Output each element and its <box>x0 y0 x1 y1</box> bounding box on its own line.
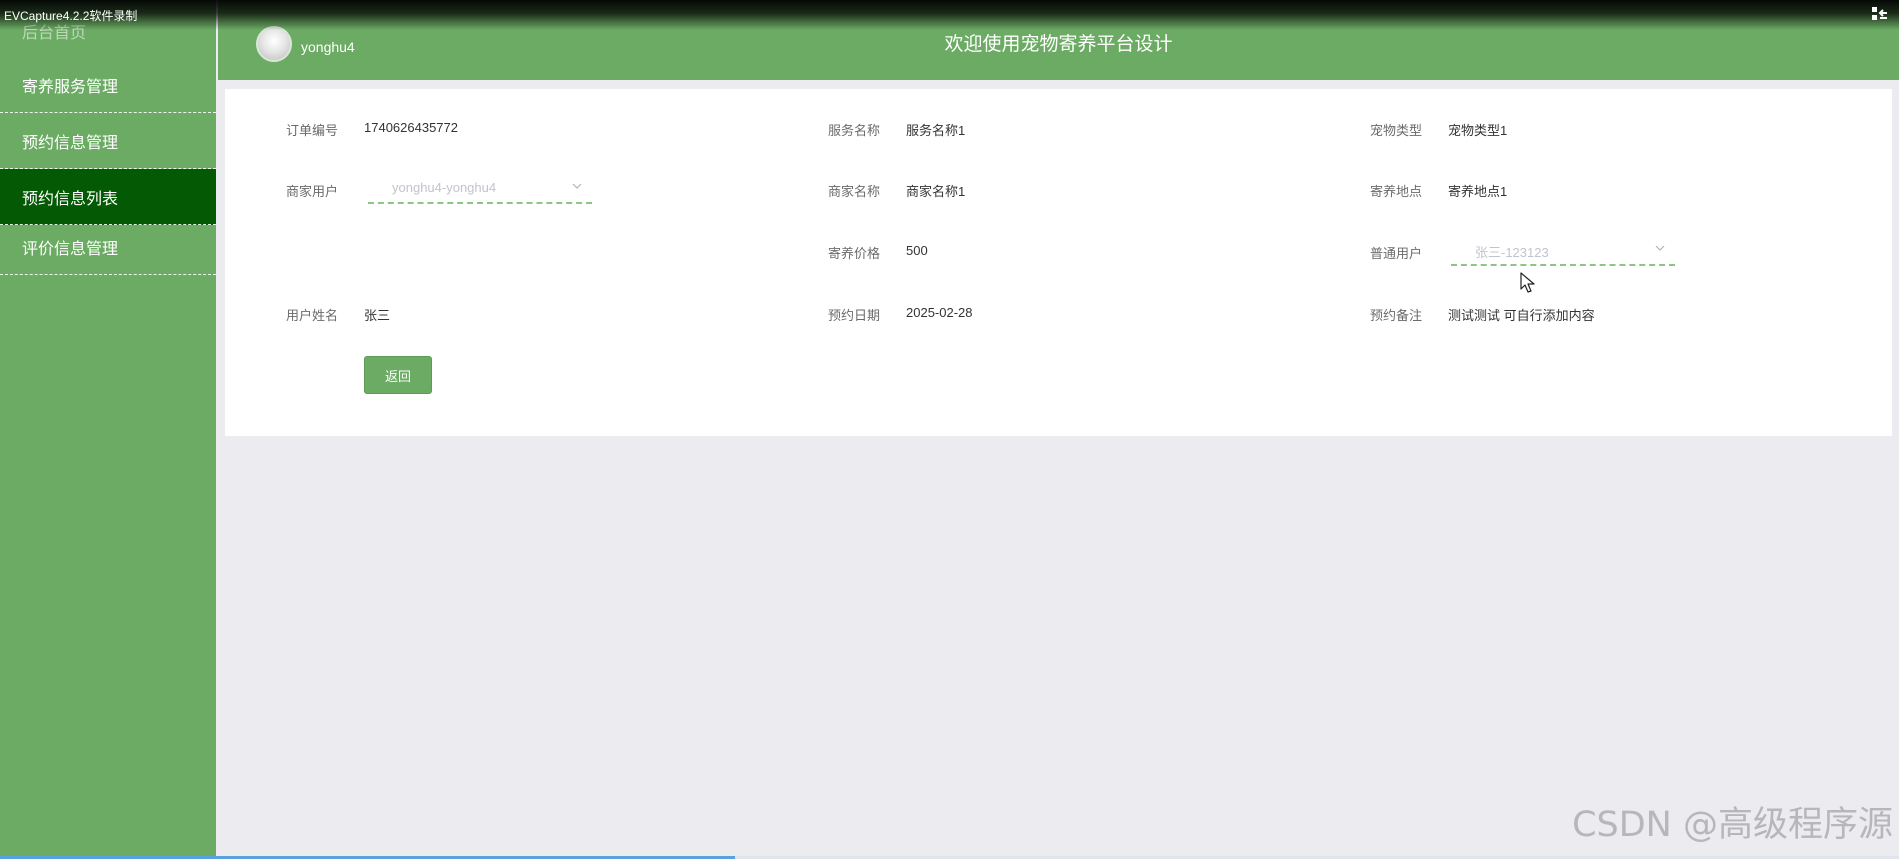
merchant-user-select-value: yonghu4-yonghu4 <box>392 180 497 195</box>
date-value: 2025-02-28 <box>906 305 973 320</box>
user-name-value: 张三 <box>364 308 391 323</box>
appointment-detail-form: 订单编号 1740626435772 服务名称 服务名称1 宠物类型 宠物类型1… <box>225 89 1892 436</box>
remark-label: 预约备注 <box>1370 308 1423 323</box>
sidebar-item-appointment-list[interactable]: 预约信息列表 <box>0 169 216 225</box>
app-screen: 后台首页 寄养服务管理 预约信息管理 预约信息列表 评价信息管理 yonghu4… <box>0 0 1899 859</box>
order-no-value: 1740626435772 <box>364 120 458 135</box>
normal-user-select[interactable]: 张三-123123 <box>1451 236 1675 266</box>
pet-type-value: 宠物类型1 <box>1448 123 1508 138</box>
merchant-name-label: 商家名称 <box>828 184 881 199</box>
sidebar-item-foster-service[interactable]: 寄养服务管理 <box>0 57 216 113</box>
user-name-label: 用户姓名 <box>286 308 339 323</box>
service-name-label: 服务名称 <box>828 123 881 138</box>
price-value: 500 <box>906 243 928 258</box>
service-name-value: 服务名称1 <box>906 123 966 138</box>
merchant-name-value: 商家名称1 <box>906 184 966 199</box>
recorder-overlay-bar: EVCapture4.2.2软件录制 <box>0 0 1899 30</box>
date-label: 预约日期 <box>828 308 881 323</box>
merchant-user-select[interactable]: yonghu4-yonghu4 <box>368 174 592 204</box>
sidebar: 后台首页 寄养服务管理 预约信息管理 预约信息列表 评价信息管理 <box>0 0 216 859</box>
mouse-cursor-icon <box>1520 272 1535 293</box>
location-label: 寄养地点 <box>1370 184 1423 199</box>
normal-user-label: 普通用户 <box>1370 246 1423 261</box>
back-button[interactable]: 返回 <box>364 356 432 394</box>
chevron-down-icon <box>1655 245 1665 251</box>
recorder-title: EVCapture4.2.2软件录制 <box>4 9 138 23</box>
order-no-label: 订单编号 <box>286 123 339 138</box>
sidebar-item-appointment-manage[interactable]: 预约信息管理 <box>0 113 216 169</box>
pet-type-label: 宠物类型 <box>1370 123 1423 138</box>
sidebar-item-review-manage[interactable]: 评价信息管理 <box>0 219 216 275</box>
page-title: 欢迎使用宠物寄养平台设计 <box>944 34 1173 55</box>
merchant-user-label: 商家用户 <box>286 184 339 199</box>
watermark: CSDN @高级程序源 <box>1572 805 1893 845</box>
location-value: 寄养地点1 <box>1448 184 1508 199</box>
price-label: 寄养价格 <box>828 246 881 261</box>
chevron-down-icon <box>572 183 582 189</box>
normal-user-select-value: 张三-123123 <box>1475 245 1549 260</box>
remark-value: 测试测试 可自行添加内容 <box>1448 308 1595 323</box>
exit-fullscreen-icon[interactable] <box>1871 6 1889 22</box>
